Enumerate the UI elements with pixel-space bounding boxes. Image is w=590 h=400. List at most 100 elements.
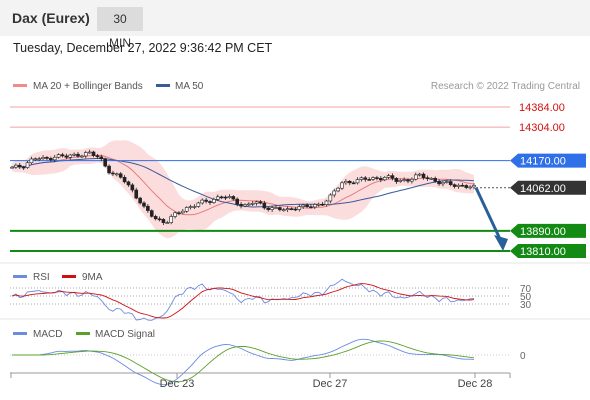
candle-body-59 [239,203,243,207]
candle-body-105 [417,173,422,176]
candle-body-72 [289,208,294,210]
macd-axis-label-0: 0 [520,351,526,362]
candle-body-68 [274,207,278,209]
candle-body-2 [17,164,22,168]
candle-body-56 [227,196,232,198]
candle-body-3 [21,166,26,169]
x-tick-label-2: Dec 28 [458,378,493,390]
candle-body-7 [37,158,41,160]
candle-body-18 [80,155,84,158]
candle-body-38 [157,218,162,221]
candle-body-64 [258,201,263,204]
candle-body-69 [278,207,282,211]
candle-body-115 [456,184,461,187]
candle-body-90 [359,177,364,180]
candle-36 [149,209,154,218]
candle-body-103 [410,178,414,182]
candle-body-23 [99,156,104,160]
candle-body-100 [398,180,403,182]
rsi-legend-swatch [13,275,27,278]
candle-body-77 [309,206,313,208]
candle-body-28 [118,173,123,178]
candle-body-78 [313,204,317,208]
candle-body-48 [196,202,201,207]
candle-body-11 [52,156,57,161]
candle-body-70 [281,209,286,211]
x-tick-label-1: Dec 27 [313,378,348,390]
candle-body-107 [425,177,430,180]
candle-body-80 [320,203,325,206]
candle-body-47 [192,206,197,208]
candle-body-65 [262,202,267,209]
candle-body-12 [56,154,61,158]
candle-body-95 [379,178,383,181]
candle-body-35 [146,205,150,211]
candle-body-108 [429,178,434,180]
candle-body-43 [177,212,181,215]
bb-legend-swatch [13,84,27,87]
candle-body-79 [316,203,321,206]
candle-body-46 [188,206,193,208]
rsi-legend-label: RSI [33,272,50,283]
candle-body-92 [367,179,371,181]
candle-body-75 [301,204,305,207]
candle-body-8 [41,157,45,159]
credit-text: Research © 2022 Trading Central [431,81,580,92]
candle-body-27 [115,173,119,176]
forecast-arrow-head [494,235,508,251]
candle-body-33 [138,197,142,204]
price-chart: MA 20 + Bollinger Bands MA 50 Research ©… [0,81,590,390]
candle-body-53 [215,196,220,200]
rsi-line [11,278,475,321]
candle-body-112 [445,181,449,183]
level-label-0: 14384.00 [519,102,565,114]
candle-body-32 [134,189,139,199]
ma50-legend-swatch [156,84,170,87]
candle-24 [103,157,107,168]
level-label-1: 14304.00 [519,122,565,134]
candle-body-106 [421,173,426,179]
candle-body-9 [45,157,49,159]
candle-body-10 [49,158,53,161]
candle-body-94 [375,177,379,179]
candle-body-87 [347,181,352,184]
candle-body-55 [223,196,228,199]
candle-body-60 [243,204,247,207]
macd-signal-line [12,340,475,383]
macd-legend-swatch [13,332,27,335]
candle-body-22 [95,155,100,158]
candle-body-42 [173,212,177,217]
candle-body-83 [332,190,337,196]
candle-body-82 [328,194,333,202]
candle-body-37 [153,216,158,220]
candle-body-57 [231,196,236,200]
candle-body-104 [413,174,418,180]
candle-body-114 [452,184,457,187]
candle-body-54 [219,196,224,199]
bb-legend-label: MA 20 + Bollinger Bands [33,81,143,92]
candle-body-93 [371,177,375,180]
level-label-4: 13890.00 [520,226,566,238]
candle-body-96 [382,177,387,181]
level-label-2: 14170.00 [520,156,566,168]
candle-body-74 [297,206,302,210]
candle-body-13 [60,154,65,157]
candle-body-102 [406,179,410,182]
candle-body-5 [29,158,34,164]
candle-body-91 [363,177,368,180]
candle-body-109 [433,178,437,182]
candle-body-62 [250,202,255,205]
candle-body-76 [305,204,309,207]
candle-body-116 [460,184,465,187]
candle-body-58 [235,198,239,205]
ma50-legend-label: MA 50 [175,81,204,92]
candle-body-41 [169,216,173,223]
candle-body-14 [64,155,69,158]
candle-25 [107,164,111,175]
rsi-ma-legend-swatch [62,275,76,278]
candle-body-51 [208,201,212,203]
candle-body-29 [122,177,127,183]
macd-legend-label: MACD [33,329,62,340]
candle-body-63 [254,201,259,204]
candle-body-26 [111,172,115,175]
